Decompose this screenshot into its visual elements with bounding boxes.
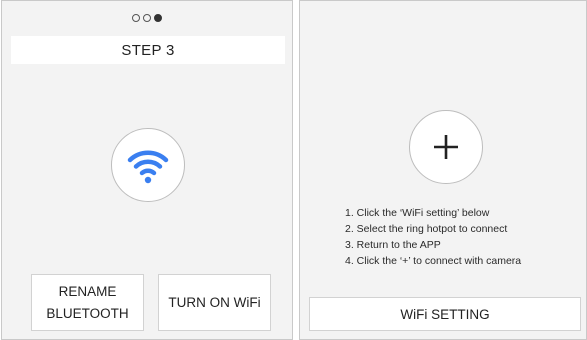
turn-on-wifi-button[interactable]: TURN ON WiFi	[158, 274, 271, 331]
instruction-item-3: 3. Return to the APP	[345, 239, 441, 251]
step-dot-1	[132, 14, 140, 22]
wifi-icon-circle	[111, 128, 185, 202]
rename-button-line1: RENAME	[58, 283, 117, 299]
instruction-list: 1. Click the ‘WiFi setting’ below 2. Sel…	[345, 205, 521, 269]
wifi-setting-button[interactable]: WiFi SETTING	[309, 297, 581, 331]
wifi-setting-panel: 1. Click the ‘WiFi setting’ below 2. Sel…	[299, 0, 587, 340]
rename-bluetooth-button[interactable]: RENAME BLUETOOTH	[31, 274, 144, 331]
step-title: STEP 3	[121, 41, 175, 59]
wifi-icon	[127, 150, 169, 184]
add-camera-button[interactable]	[409, 110, 483, 184]
step-title-bar: STEP 3	[11, 36, 285, 64]
instruction-item-1: 1. Click the ‘WiFi setting’ below	[345, 207, 490, 219]
wifi-setting-label: WiFi SETTING	[400, 306, 490, 322]
step-progress-dots	[2, 14, 292, 22]
instruction-item-2: 2. Select the ring hotpot to connect	[345, 223, 508, 235]
step3-panel: STEP 3 RENAME BLUETOOTH TURN ON WiFi	[1, 0, 293, 340]
step-dot-3-active	[154, 14, 162, 22]
plus-icon	[434, 135, 458, 159]
rename-button-line2: BLUETOOTH	[46, 305, 129, 321]
step-dot-2	[143, 14, 151, 22]
instruction-item-4: 4. Click the ‘+’ to connect with camera	[345, 255, 522, 267]
turn-on-wifi-label: TURN ON WiFi	[168, 294, 261, 310]
